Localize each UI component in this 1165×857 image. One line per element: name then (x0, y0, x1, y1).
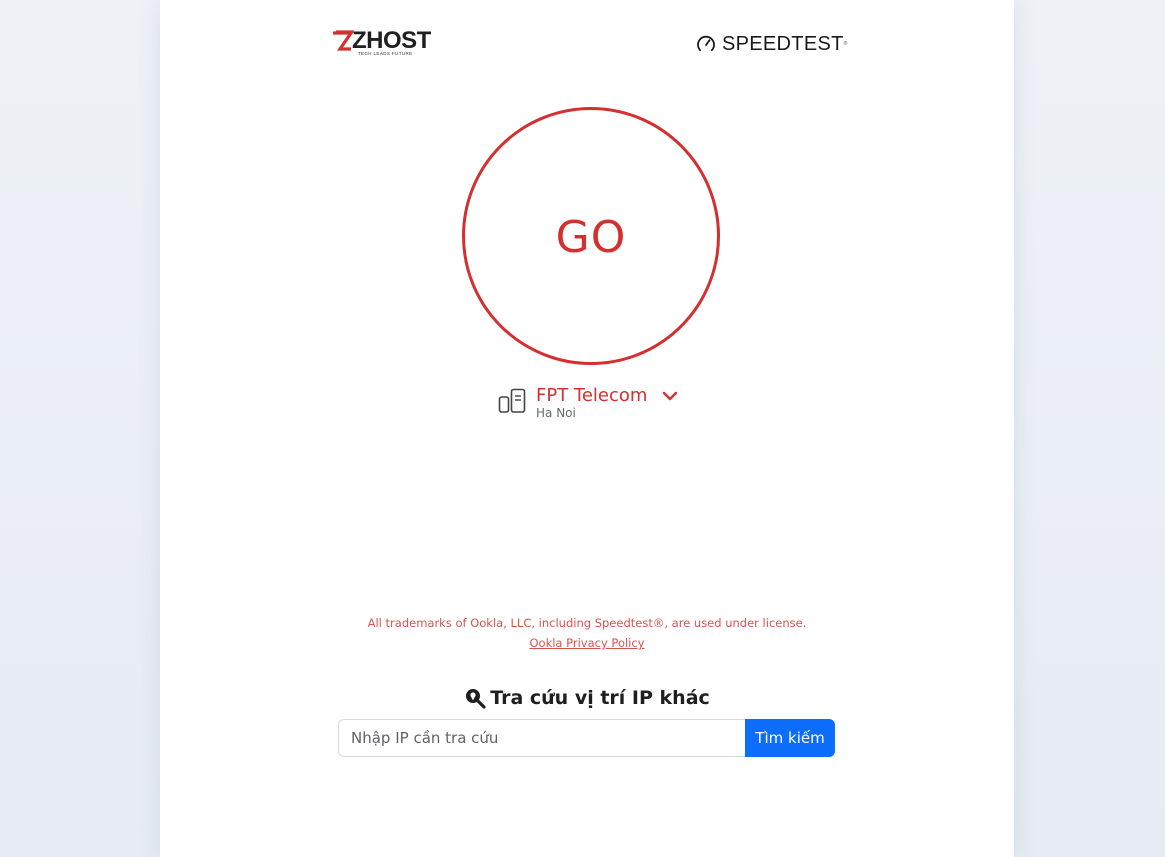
ip-lookup-title: Tra cứu vị trí IP khác (160, 687, 1014, 714)
zhost-tagline: TECH LEADS FUTURE (358, 51, 413, 56)
ip-lookup-title-text: Tra cứu vị trí IP khác (490, 687, 710, 709)
search-button[interactable]: Tìm kiếm (745, 719, 835, 757)
speedtest-card: ZHOST TECH LEADS FUTURE SPEEDTEST ® GO FP… (160, 0, 1014, 857)
server-location: Ha Noi (536, 406, 576, 420)
speedometer-icon (697, 35, 715, 52)
zhost-logo[interactable]: ZHOST TECH LEADS FUTURE (332, 28, 431, 58)
server-selector[interactable]: FPT Telecom Ha Noi (498, 384, 688, 424)
speedtest-wordmark: SPEEDTEST (722, 33, 844, 55)
server-name: FPT Telecom (536, 385, 648, 406)
go-label: GO (555, 211, 627, 263)
server-icon (498, 388, 526, 413)
go-button[interactable]: GO (462, 107, 720, 365)
chevron-down-icon[interactable] (662, 389, 678, 403)
magnifier-pin-icon (466, 689, 486, 709)
ip-lookup-form: Tìm kiếm (338, 719, 835, 757)
privacy-policy-link[interactable]: Ookla Privacy Policy (529, 636, 644, 650)
trademark-notice: All trademarks of Ookla, LLC, including … (367, 616, 807, 630)
privacy-policy-container: Ookla Privacy Policy (160, 636, 1014, 650)
speedtest-logo[interactable]: SPEEDTEST ® (696, 33, 847, 55)
speedtest-trademark: ® (843, 41, 848, 47)
zhost-z-icon (333, 30, 354, 51)
ip-input[interactable] (338, 719, 745, 757)
